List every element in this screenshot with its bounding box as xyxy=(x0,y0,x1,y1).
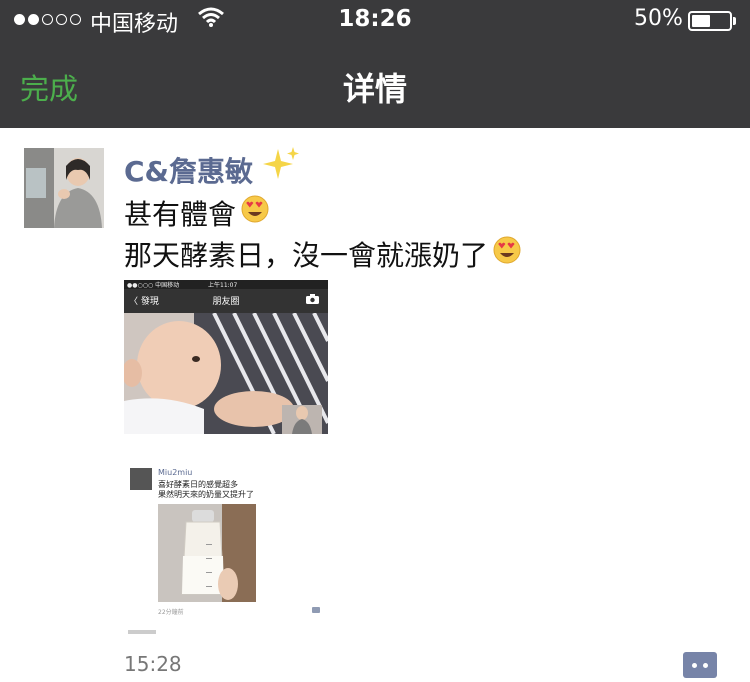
page-title: 详情 xyxy=(342,70,407,108)
milk-bottle-photo xyxy=(158,504,256,602)
battery-level xyxy=(692,15,710,27)
inner-avatar xyxy=(130,468,152,490)
inner-text: 喜好酵素日的感覺超多 果然明天來的奶量又提升了 xyxy=(158,480,254,500)
header: 中国移动 18:26 50% 完成 详情 xyxy=(0,0,750,128)
inner-timestamp: 22分鐘前 xyxy=(158,609,184,616)
inner-carrier: ●●○○○ 中国移动 xyxy=(127,282,180,289)
heart-eyes-emoji-icon xyxy=(240,194,270,235)
avatar[interactable] xyxy=(24,148,104,228)
camera-icon xyxy=(306,294,319,307)
post-content: 甚有體會 那天酵素日，沒一會就漲奶了 xyxy=(124,194,522,276)
sparkle-emoji-icon xyxy=(262,145,302,185)
inner-comment-icon xyxy=(312,607,320,613)
comment-dot-icon xyxy=(692,663,697,668)
inner-text-line-1: 喜好酵素日的感覺超多 xyxy=(158,480,238,489)
heart-eyes-emoji-icon xyxy=(492,235,522,276)
post-line-2: 那天酵素日，沒一會就漲奶了 xyxy=(124,235,522,276)
battery-tip xyxy=(733,17,736,25)
inner-username: Miu2miu xyxy=(158,468,193,477)
inner-clock: 上午11:07 xyxy=(208,282,238,289)
inner-title: 朋友圈 xyxy=(212,297,240,307)
post-timestamp: 15:28 xyxy=(124,652,182,676)
battery-percentage: 50% xyxy=(634,6,683,31)
comment-dot-icon xyxy=(703,663,708,668)
post-line-1-text: 甚有體會 xyxy=(124,197,237,231)
inner-nav-bar: 〈 發現 朋友圈 xyxy=(124,289,328,313)
inner-status-bar: ●●○○○ 中国移动 上午11:07 xyxy=(124,280,328,289)
status-bar: 中国移动 18:26 50% xyxy=(0,0,750,40)
post-line-1: 甚有體會 xyxy=(124,194,522,235)
post-username[interactable]: C&詹惠敏 xyxy=(124,150,253,190)
inner-text-line-2: 果然明天來的奶量又提升了 xyxy=(158,490,254,499)
baby-photo xyxy=(124,313,328,434)
comment-button[interactable] xyxy=(683,652,717,678)
battery-icon xyxy=(688,11,732,31)
post-line-2-text: 那天酵素日，沒一會就漲奶了 xyxy=(124,238,489,272)
inner-divider xyxy=(128,630,156,634)
post-image[interactable]: ●●○○○ 中国移动 上午11:07 〈 發現 朋友圈 Miu2miu 喜好酵素… xyxy=(124,280,328,636)
